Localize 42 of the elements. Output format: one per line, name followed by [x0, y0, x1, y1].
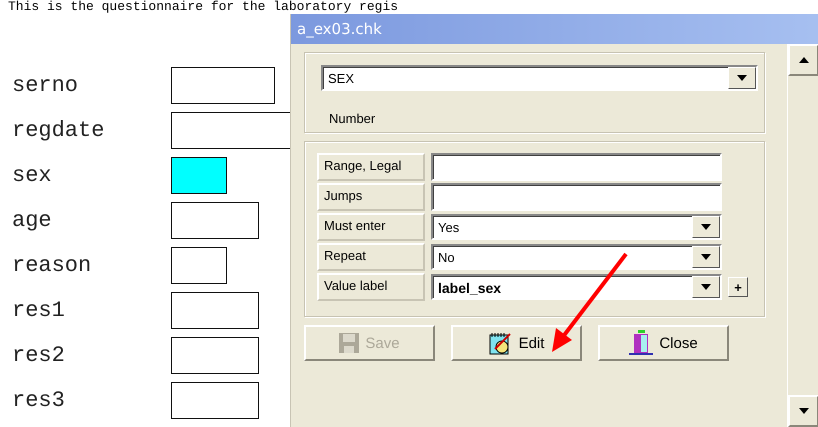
- dropdown-arrow-icon: [737, 75, 747, 81]
- input-field[interactable]: [171, 292, 259, 329]
- heading-text: This is the questionnaire for the laboratory regis: [7, 0, 398, 14]
- field-type-text: Number: [329, 111, 376, 126]
- input-field[interactable]: [171, 157, 227, 194]
- scroll-up-icon: [798, 57, 808, 63]
- dropdown-arrow-icon: [701, 284, 711, 290]
- input-field[interactable]: [171, 247, 227, 284]
- field-label: reason: [11, 253, 92, 278]
- dropdown[interactable]: Yes: [431, 214, 722, 240]
- text-field[interactable]: [431, 153, 722, 181]
- dropdown[interactable]: label_sex: [431, 274, 722, 300]
- window-title: a_ex03.chk: [297, 20, 382, 38]
- property-label: Value label: [317, 273, 425, 301]
- field-label: age: [11, 208, 53, 233]
- dropdown-arrow-icon: [701, 254, 711, 260]
- dropdown-arrow-icon: [701, 224, 711, 230]
- edit-button[interactable]: Edit: [451, 325, 582, 361]
- field-label: serno: [11, 73, 80, 98]
- text-field[interactable]: [431, 183, 722, 211]
- notepad-pencil-icon: [488, 331, 513, 355]
- dropdown[interactable]: No: [431, 244, 722, 270]
- input-field[interactable]: [171, 202, 259, 239]
- field-label: regdate: [11, 118, 106, 143]
- property-label: Repeat: [317, 243, 425, 271]
- field-label: res2: [11, 343, 66, 368]
- property-label: Jumps: [317, 183, 425, 211]
- add-button[interactable]: +: [728, 277, 748, 297]
- door-exit-icon: [629, 330, 654, 356]
- property-label: Range, Legal: [317, 153, 425, 181]
- field-label: res1: [11, 298, 66, 323]
- field-label: sex: [11, 163, 53, 188]
- close-button[interactable]: Close: [598, 325, 729, 361]
- input-field[interactable]: [171, 337, 259, 374]
- scrollbar[interactable]: [787, 44, 818, 427]
- property-label: Must enter: [317, 213, 425, 241]
- scroll-down-icon: [798, 408, 808, 414]
- input-field[interactable]: [171, 112, 290, 149]
- input-field[interactable]: [171, 67, 275, 104]
- field-label: res3: [11, 388, 66, 413]
- input-field[interactable]: [171, 382, 259, 419]
- field-dropdown[interactable]: SEX: [321, 65, 758, 91]
